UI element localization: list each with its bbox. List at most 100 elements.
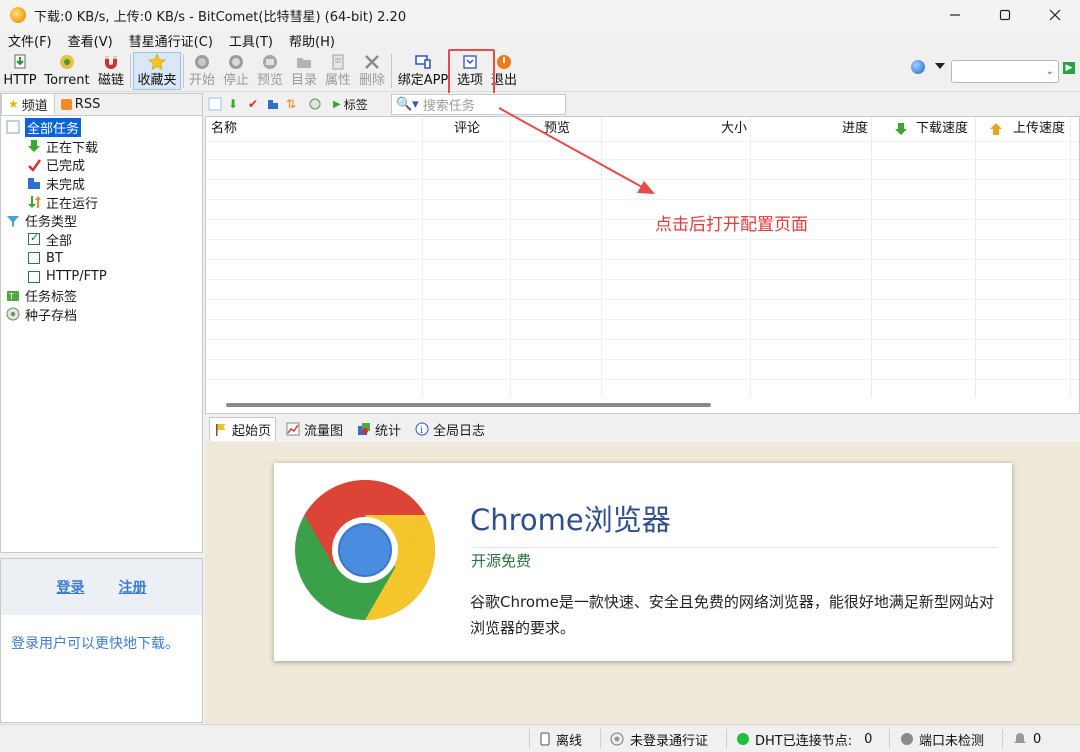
tree-item-running[interactable]: 正在运行 [1,193,202,212]
header-comment[interactable]: 评论 [454,117,480,141]
info-icon: i [415,422,429,436]
header-download-speed[interactable]: 下载速度 [894,117,968,141]
horizontal-scrollbar[interactable] [226,403,711,407]
tree-item-type-all[interactable]: 全部 [1,230,202,249]
tree-item-task-type[interactable]: 任务类型 [1,211,202,230]
tab-channel[interactable]: ★ 频道 [1,93,55,115]
row-divider [206,379,1079,380]
login-hint: 登录用户可以更快地下载。 [11,636,179,652]
all-tasks-filter-icon[interactable] [207,96,223,112]
header-preview[interactable]: 预览 [544,117,570,141]
register-link[interactable]: 注册 [119,577,147,597]
menu-help[interactable]: 帮助(H) [281,31,343,50]
toolbar-search-combo[interactable]: ⌄ [951,60,1059,83]
globe-icon[interactable] [911,60,925,74]
login-link[interactable]: 登录 [57,577,85,597]
tree-item-task-tags[interactable]: T 任务标签 [1,286,202,305]
menu-bar: 文件(F) 查看(V) 彗星通行证(C) 工具(T) 帮助(H) [0,30,1080,50]
toolbar-separator [183,54,184,88]
row-divider [206,259,1079,260]
magnet-icon [102,53,120,71]
status-passport[interactable]: 未登录通行证 [610,725,708,752]
app-description: 谷歌Chrome是一款快速、安全且免费的网络浏览器，能很好地满足新型网站对浏览器… [470,593,994,637]
status-alerts[interactable]: 0 [1013,725,1041,752]
status-separator [529,729,530,749]
rss-icon [60,98,72,110]
upload-arrow-icon [990,123,1002,135]
row-divider [206,199,1079,200]
menu-view[interactable]: 查看(V) [60,31,121,50]
archive-filter-icon[interactable] [307,96,323,112]
tag-filter-button[interactable]: ▶ 标签 [333,96,368,112]
star-icon [148,53,166,71]
tree-item-type-bt[interactable]: BT [1,249,202,268]
row-divider [206,141,1079,142]
close-button[interactable] [1030,0,1080,30]
annotation-text: 点击后打开配置页面 [655,215,808,235]
tab-rss[interactable]: RSS [55,93,107,115]
menu-file[interactable]: 文件(F) [0,31,60,50]
checkbox-icon[interactable] [26,270,42,284]
status-port[interactable]: 端口未检测 [901,725,984,752]
status-dht[interactable]: DHT已连接节点: 0 [737,725,872,752]
checkbox-icon[interactable] [26,251,42,265]
delete-button[interactable]: 删除 [358,52,386,90]
preview-icon [261,53,279,71]
row-divider [206,299,1079,300]
completed-filter-icon[interactable]: ✔ [245,96,261,112]
menu-passport[interactable]: 彗星通行证(C) [121,31,221,50]
tab-global-log[interactable]: i 全局日志 [411,417,489,441]
downloading-filter-icon[interactable]: ⬇ [225,96,241,112]
bind-app-button[interactable]: 绑定APP [396,52,450,90]
header-name[interactable]: 名称 [211,117,237,141]
running-icon [26,195,42,209]
torrent-button[interactable]: Torrent [43,52,91,90]
tree-item-incomplete[interactable]: 未完成 [1,174,202,193]
delete-icon [363,53,381,71]
start-button[interactable]: 开始 [188,52,216,90]
stop-button[interactable]: 停止 [222,52,250,90]
tree-item-downloading[interactable]: 正在下载 [1,137,202,156]
status-offline[interactable]: 离线 [540,725,582,752]
maximize-button[interactable] [980,0,1030,30]
running-filter-icon[interactable]: ⇅ [283,96,299,112]
port-status-icon [901,733,913,745]
tree-item-completed[interactable]: 已完成 [1,155,202,174]
header-upload-speed[interactable]: 上传速度 [989,117,1065,141]
bind-app-icon [414,53,432,71]
status-separator [600,729,601,749]
tree-item-torrent-archive[interactable]: 种子存档 [1,305,202,324]
down-arrow-icon [26,139,42,153]
tree-item-all-tasks[interactable]: 全部任务 [1,117,202,137]
folder-button[interactable]: 目录 [290,52,318,90]
app-promo-card[interactable]: Chrome浏览器 开源免费 谷歌Chrome是一款快速、安全且免费的网络浏览器… [274,463,1012,661]
stop-icon [227,53,245,71]
svg-text:T: T [8,292,14,301]
header-size[interactable]: 大小 [721,117,747,141]
phone-icon [540,732,550,746]
tree-item-type-http-ftp[interactable]: HTTP/FTP [1,268,202,287]
flag-icon [214,423,228,437]
http-button[interactable]: HTTP [3,52,37,90]
task-tree: 全部任务 正在下载 已完成 未完成 正在运行 任务类型 全部 BT [1,116,202,324]
menu-tools[interactable]: 工具(T) [221,31,281,50]
checkbox-checked-icon[interactable] [26,231,42,246]
go-arrow-icon[interactable]: ▶ [1063,62,1075,74]
incomplete-filter-icon[interactable] [265,96,281,112]
header-progress[interactable]: 进度 [842,117,868,141]
minimize-button[interactable] [930,0,980,30]
favorites-button[interactable]: 收藏夹 [135,52,179,90]
search-icon: 🔍▾ [396,97,419,112]
task-search-input[interactable]: 🔍▾ 搜索任务 [391,94,566,115]
app-subtitle: 开源免费 [471,552,532,570]
tab-statistics[interactable]: 统计 [353,417,405,441]
bitcomet-logo-icon [10,7,26,23]
preview-button[interactable]: 预览 [256,52,284,90]
tab-start-page[interactable]: 起始页 [209,417,277,441]
status-separator [889,729,890,749]
dropdown-arrow-icon[interactable] [935,63,945,69]
properties-button[interactable]: 属性 [324,52,352,90]
tab-traffic-chart[interactable]: 流量图 [282,417,347,441]
magnet-button[interactable]: 磁链 [96,52,126,90]
dht-status-icon [737,733,749,745]
